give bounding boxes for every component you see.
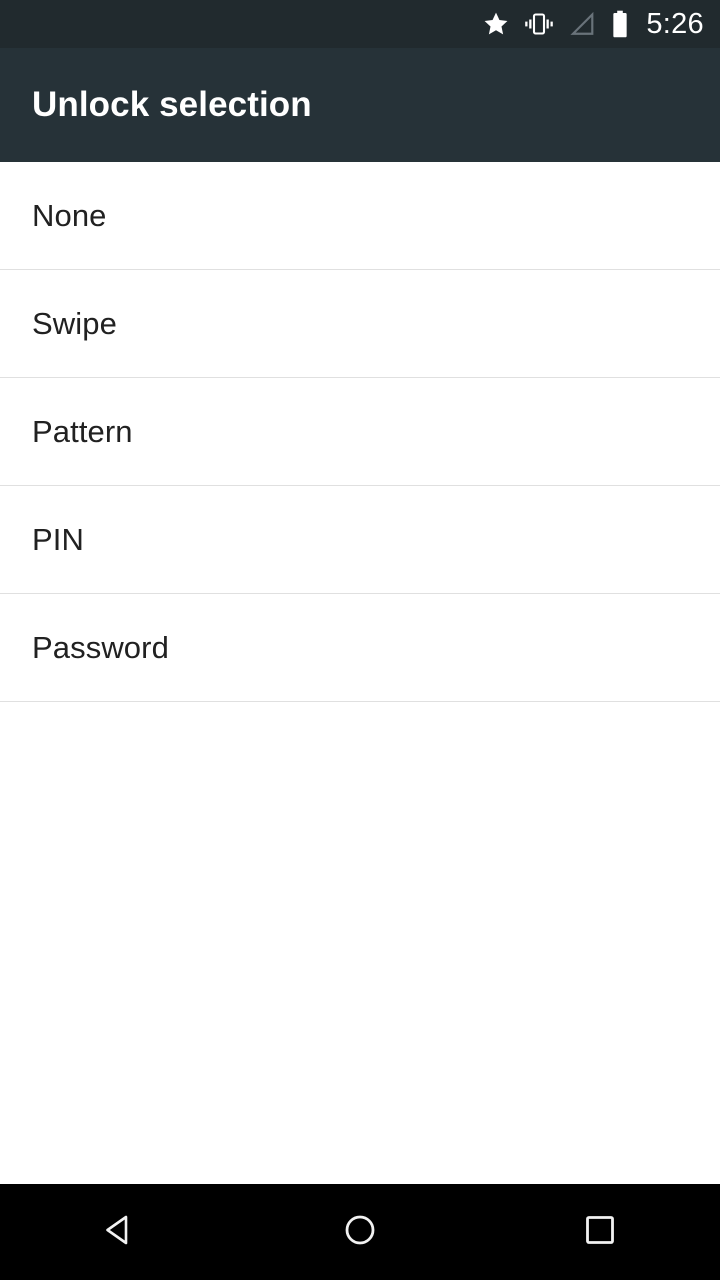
back-button[interactable] <box>0 1184 240 1280</box>
content-empty-area <box>0 702 720 1184</box>
list-item-none[interactable]: None <box>0 162 720 270</box>
star-icon <box>482 10 510 38</box>
battery-icon <box>610 10 630 38</box>
unlock-options-list: None Swipe Pattern PIN Password <box>0 162 720 702</box>
list-item-label: PIN <box>32 521 84 557</box>
list-item-label: Password <box>32 629 169 665</box>
list-item-swipe[interactable]: Swipe <box>0 270 720 378</box>
status-clock: 5:26 <box>646 7 704 40</box>
home-button[interactable] <box>240 1184 480 1280</box>
status-bar: 5:26 <box>0 0 720 48</box>
list-item-label: Swipe <box>32 305 117 341</box>
list-item-label: Pattern <box>32 413 133 449</box>
vibrate-icon <box>524 11 554 37</box>
list-item-pattern[interactable]: Pattern <box>0 378 720 486</box>
home-icon <box>339 1209 381 1256</box>
back-icon <box>99 1209 141 1256</box>
page-title: Unlock selection <box>32 85 312 124</box>
list-item-password[interactable]: Password <box>0 594 720 702</box>
list-item-pin[interactable]: PIN <box>0 486 720 594</box>
recents-icon <box>579 1209 621 1256</box>
recents-button[interactable] <box>480 1184 720 1280</box>
navigation-bar <box>0 1184 720 1280</box>
list-item-label: None <box>32 197 107 233</box>
signal-icon <box>568 11 596 37</box>
action-bar: Unlock selection <box>0 48 720 162</box>
